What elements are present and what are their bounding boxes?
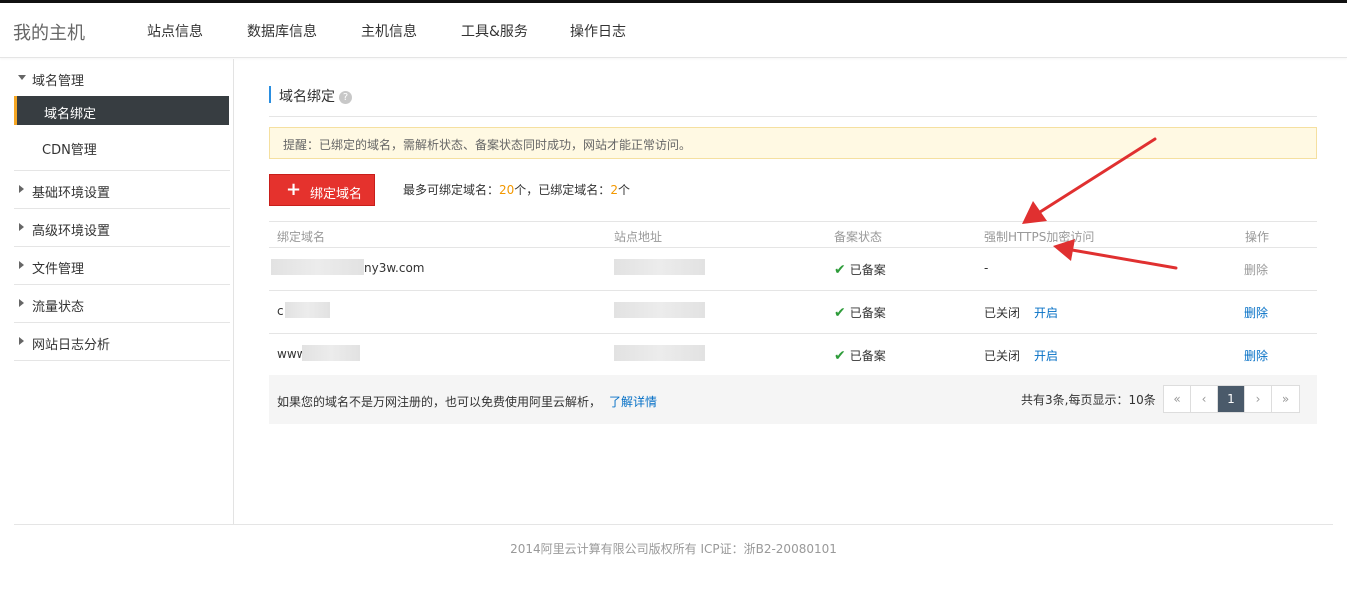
quota-bound: 2: [610, 183, 618, 197]
quota-unit: 个，已绑定域名：: [514, 183, 611, 197]
next-page-button[interactable]: ›: [1245, 386, 1272, 412]
redacted-domain: [302, 345, 360, 361]
sidebar-group-advanced-env[interactable]: 高级环境设置: [14, 209, 230, 247]
page-title-text: 域名绑定: [279, 89, 335, 105]
dns-note-text: 如果您的域名不是万网注册的，也可以免费使用阿里云解析，: [277, 395, 602, 409]
icp-status-text: 已备案: [849, 349, 886, 363]
page-button-current[interactable]: 1: [1218, 386, 1245, 412]
icp-status: ✔ 已备案: [834, 261, 886, 278]
pagination: « ‹ 1 › »: [1163, 385, 1300, 413]
delete-link[interactable]: 删除: [1244, 347, 1268, 364]
column-header-actions: 操作: [1245, 230, 1270, 244]
brand-title: 我的主机: [13, 23, 85, 44]
caret-right-icon: [19, 299, 24, 307]
redacted-site-address: [614, 302, 705, 318]
check-icon: ✔: [834, 348, 846, 364]
add-domain-label: 绑定域名: [310, 187, 363, 202]
icp-status-text: 已备案: [849, 306, 886, 320]
prev-page-button[interactable]: ‹: [1191, 386, 1218, 412]
nav-operation-log[interactable]: 操作日志: [570, 21, 626, 41]
quota-max: 20: [499, 183, 515, 197]
redacted-site-address: [614, 259, 705, 275]
sidebar-group-basic-env[interactable]: 基础环境设置: [14, 171, 230, 209]
last-page-button[interactable]: »: [1272, 386, 1299, 412]
copyright: 2014阿里云计算有限公司版权所有 ICP证：浙B2-20080101: [510, 542, 837, 556]
sidebar-group-label: 基础环境设置: [32, 186, 111, 201]
title-divider: [269, 116, 1317, 117]
check-icon: ✔: [834, 305, 846, 321]
nav-host-info[interactable]: 主机信息: [361, 21, 417, 41]
sidebar-item-domain-binding[interactable]: 域名绑定: [14, 96, 229, 125]
sidebar-group-file-management[interactable]: 文件管理: [14, 247, 230, 285]
column-header-https: 强制HTTPS加密访问: [984, 230, 1095, 244]
column-header-icp-status: 备案状态: [834, 230, 883, 244]
table-header: 绑定域名 站点地址 备案状态 强制HTTPS加密访问 操作: [269, 221, 1317, 248]
sidebar-group-label: 文件管理: [32, 262, 85, 277]
add-domain-button[interactable]: + 绑定域名: [269, 174, 375, 206]
learn-more-link[interactable]: 了解详情: [609, 395, 657, 409]
redacted-domain: [285, 302, 330, 318]
table-row: c ✔ 已备案 已关闭 开启 删除: [269, 291, 1317, 334]
table-footer: 如果您的域名不是万网注册的，也可以免费使用阿里云解析， 了解详情 共有3条,每页显…: [269, 375, 1317, 424]
dns-note: 如果您的域名不是万网注册的，也可以免费使用阿里云解析， 了解详情: [277, 393, 657, 410]
domain-quota: 最多可绑定域名：20个，已绑定域名：2个: [403, 181, 630, 198]
nav-tools-services[interactable]: 工具&服务: [461, 21, 528, 41]
quota-unit: 个: [617, 183, 630, 197]
sidebar-group-label: 域名管理: [32, 74, 85, 89]
sidebar-item-label: 域名绑定: [44, 107, 97, 122]
https-status: 已关闭: [984, 306, 1021, 320]
sidebar-group-domain-management[interactable]: 域名管理: [14, 59, 230, 97]
pagination-info: 共有3条,每页显示：10条: [1021, 393, 1156, 407]
caret-right-icon: [19, 185, 24, 193]
enable-https-link[interactable]: 开启: [1034, 347, 1058, 364]
quota-label: 最多可绑定域名：: [403, 183, 500, 197]
plus-icon: +: [286, 179, 302, 200]
notice-banner: 提醒：已绑定的域名，需解析状态、备案状态同时成功，网站才能正常访问。: [269, 127, 1317, 159]
domain-name: ny3w.com: [364, 261, 425, 275]
caret-down-icon: [18, 75, 26, 80]
first-page-button[interactable]: «: [1164, 386, 1191, 412]
sidebar-item-cdn[interactable]: CDN管理: [14, 132, 229, 161]
icp-status: ✔ 已备案: [834, 347, 886, 364]
sidebar-group-label: 流量状态: [32, 300, 85, 315]
enable-https-link[interactable]: 开启: [1034, 304, 1058, 321]
https-status: 已关闭: [984, 349, 1021, 363]
table-row: ny3w.com ✔ 已备案 - 删除: [269, 248, 1317, 291]
redacted-domain: [271, 259, 364, 275]
column-header-site-address: 站点地址: [614, 230, 663, 244]
help-icon[interactable]: ?: [339, 91, 352, 104]
redacted-site-address: [614, 345, 705, 361]
delete-link[interactable]: 删除: [1244, 261, 1268, 278]
nav-database-info[interactable]: 数据库信息: [247, 21, 317, 41]
delete-link[interactable]: 删除: [1244, 304, 1268, 321]
sidebar-item-label: CDN管理: [42, 143, 97, 158]
caret-right-icon: [19, 337, 24, 345]
check-icon: ✔: [834, 262, 846, 278]
column-header-domain: 绑定域名: [277, 230, 326, 244]
top-header: 我的主机 站点信息 数据库信息 主机信息 工具&服务 操作日志: [0, 3, 1347, 58]
domain-name: c: [277, 304, 284, 318]
icp-status: ✔ 已备案: [834, 304, 886, 321]
table-row: www ✔ 已备案 已关闭 开启 删除: [269, 334, 1317, 377]
sidebar-group-label: 高级环境设置: [32, 224, 111, 239]
https-status: -: [984, 261, 989, 275]
icp-status-text: 已备案: [849, 263, 886, 277]
caret-right-icon: [19, 261, 24, 269]
sidebar-group-log-analysis[interactable]: 网站日志分析: [14, 323, 230, 361]
sidebar-group-label: 网站日志分析: [32, 338, 111, 353]
sidebar-group-traffic-status[interactable]: 流量状态: [14, 285, 230, 323]
caret-right-icon: [19, 223, 24, 231]
sidebar: 域名管理 域名绑定 CDN管理 基础环境设置 高级环境设置 文件管理 流量状态 …: [0, 59, 234, 524]
nav-site-info[interactable]: 站点信息: [147, 21, 203, 41]
page-title: 域名绑定?: [269, 86, 352, 105]
footer-divider: [14, 524, 1333, 525]
